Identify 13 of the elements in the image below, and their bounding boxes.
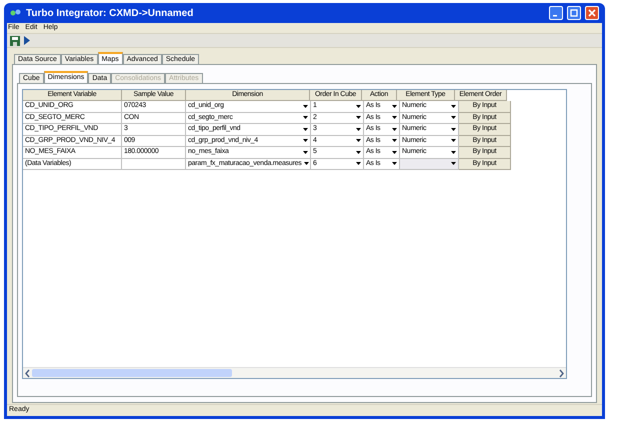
minimize-button[interactable] (549, 6, 563, 20)
horizontal-scrollbar[interactable] (23, 367, 566, 378)
window-title: Turbo Integrator: CXMD->Unnamed (26, 6, 194, 20)
close-button[interactable] (585, 6, 599, 20)
scrollbar-thumb[interactable] (32, 369, 232, 377)
run-icon[interactable] (24, 36, 30, 45)
close-icon (588, 9, 596, 17)
scroll-left-icon[interactable] (23, 368, 32, 378)
scroll-right-icon[interactable] (557, 368, 566, 378)
save-icon[interactable] (10, 36, 20, 46)
maximize-button[interactable] (567, 6, 581, 20)
app-icon (10, 8, 22, 18)
maximize-icon (570, 9, 578, 17)
